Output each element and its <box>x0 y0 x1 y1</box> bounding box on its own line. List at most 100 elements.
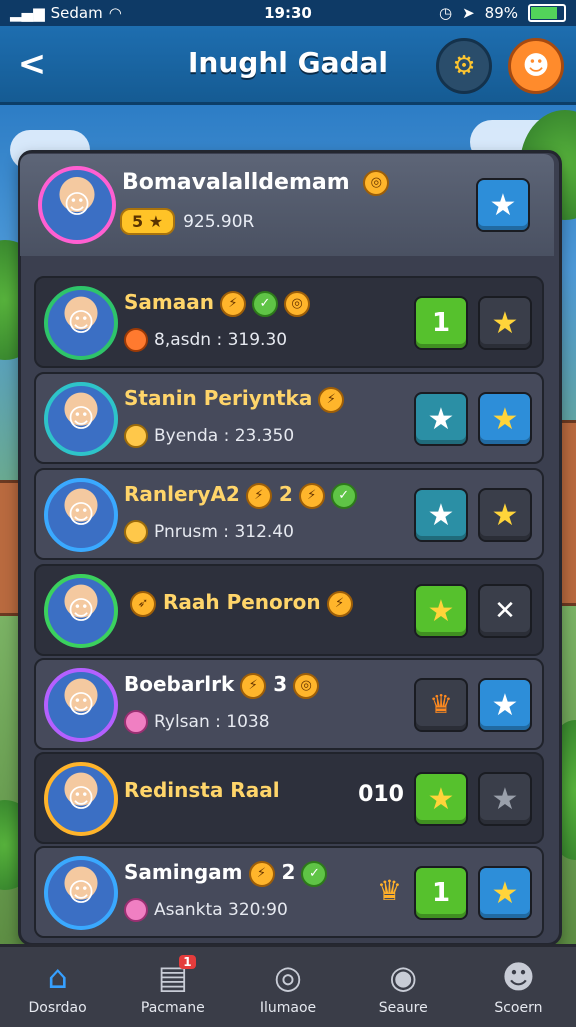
coin-icon: ✓ <box>330 482 357 509</box>
list-item[interactable]: ☺ Redinsta Raal 010 ★ ★ <box>34 752 544 844</box>
favorite-button[interactable]: ★ <box>476 178 530 232</box>
bottom-nav: ⌂ Dosrdao ▤ 1 Pacmane ◎ Ilumaoe ◉ Seaure… <box>0 944 576 1027</box>
avatar: ☺ <box>44 762 118 836</box>
nav-item-globe[interactable]: ◉ Seaure <box>346 947 461 1027</box>
list-item[interactable]: ☺ Boebarlrk ⚡ 3 ◎ Rylsan : 1038 ♛ ★ <box>34 658 544 750</box>
target-icon: ◎ <box>274 958 302 996</box>
gem-icon <box>124 520 148 544</box>
coin-icon: ⚡ <box>318 386 345 413</box>
star-icon: ★ <box>427 781 455 817</box>
row-name-text: Raah Penoron <box>162 590 321 614</box>
list-item[interactable]: ☺ ➶ Raah Penoron ⚡ ★ ✕ <box>34 564 544 656</box>
nav-label: Pacmane <box>140 1000 205 1016</box>
nav-item-news[interactable]: ▤ 1 Pacmane <box>115 947 230 1027</box>
gear-icon: ⚙ <box>452 51 476 81</box>
action-button[interactable]: ★ <box>414 772 468 826</box>
coin-icon: ⚡ <box>240 672 267 699</box>
row-sub-text: Pnrusm : 312.40 <box>154 522 294 542</box>
row-name-text: Samaan <box>124 290 214 314</box>
avatar: ☺ <box>44 478 118 552</box>
star-icon: ★ <box>491 401 519 437</box>
row-name: Samingam ⚡ 2 ✓ <box>124 860 328 887</box>
row-name: Stanin Periyntka ⚡ <box>124 386 345 413</box>
row-sub-text: Asankta 320:90 <box>154 900 288 920</box>
star-icon: ★ <box>427 401 455 437</box>
favorite-button[interactable]: ★ <box>478 488 532 542</box>
favorite-button[interactable]: ★ <box>478 392 532 446</box>
row-sub-text: 8,asdn : 319.30 <box>154 330 288 350</box>
coin-icon: ✓ <box>301 860 328 887</box>
row-sub: Asankta 320:90 <box>124 898 288 922</box>
nav-label: Dosrdao <box>28 1000 87 1016</box>
action-button[interactable]: ★ <box>414 584 468 638</box>
coin-icon: ◎ <box>363 170 390 196</box>
battery-percent: 89% <box>484 4 518 22</box>
settings-button[interactable]: ⚙ <box>436 38 492 94</box>
current-player-card: ☺ Bomavalalldemam ◎ 5 ★ 925.90R ★ <box>20 154 554 256</box>
player-stats: 5 ★ 925.90R <box>120 208 254 235</box>
avatar[interactable]: ☺ <box>38 166 116 244</box>
row-name-text: Samingam <box>124 860 243 884</box>
list-item[interactable]: ☺ Stanin Periyntka ⚡ Byenda : 23.350 ★ ★ <box>34 372 544 464</box>
row-sub-text: Rylsan : 1038 <box>154 712 270 732</box>
list-item[interactable]: ☺ Samingam ⚡ 2 ✓ Asankta 320:90 ♛ 1 ★ <box>34 846 544 938</box>
crown-icon: ♛ <box>376 874 402 907</box>
app-header: < Inughl Gadal ⚙ ☻ <box>0 26 576 105</box>
row-name: RanleryA2 ⚡ 2 ⚡ ✓ <box>124 482 357 509</box>
nav-item-target[interactable]: ◎ Ilumaoe <box>230 947 345 1027</box>
profile-icon: ☻ <box>522 51 550 81</box>
gem-icon <box>124 710 148 734</box>
coin-icon: ⚡ <box>219 290 246 317</box>
favorite-button[interactable]: ★ <box>478 772 532 826</box>
profile-button[interactable]: ☻ <box>508 38 564 94</box>
row-name: Boebarlrk ⚡ 3 ◎ <box>124 672 320 699</box>
row-name: ➶ Raah Penoron ⚡ <box>124 590 353 617</box>
action-button[interactable]: ★ <box>414 488 468 542</box>
player-name-text: Bomavalalldemam <box>122 170 350 195</box>
nav-label: Ilumaoe <box>259 1000 317 1016</box>
alarm-icon: ◷ <box>438 4 453 22</box>
action-button[interactable]: ♛ <box>414 678 468 732</box>
nav-item-home[interactable]: ⌂ Dosrdao <box>0 947 115 1027</box>
nav-item-friends[interactable]: ☻ Scoern <box>461 947 576 1027</box>
nav-label: Scoern <box>494 1000 543 1016</box>
action-button[interactable]: 1 <box>414 866 468 920</box>
action-label: 1 <box>431 308 451 338</box>
coin-icon: ⚡ <box>298 482 325 509</box>
action-label: 1 <box>431 878 451 908</box>
crown-icon: ♛ <box>429 690 453 720</box>
coin-icon: ⚡ <box>326 590 353 617</box>
star-icon: ★ <box>491 305 519 341</box>
status-bar: ▂▄▆ Sedam ◠ 19:30 ◷ ➤ 89% <box>0 0 576 26</box>
star-icon: ★ <box>489 187 517 223</box>
player-name: Bomavalalldemam ◎ <box>122 170 390 196</box>
row-extra: 3 <box>273 672 288 696</box>
coin-icon: ✓ <box>251 290 278 317</box>
star-icon: ★ <box>491 781 519 817</box>
row-name-text: RanleryA2 <box>124 482 240 506</box>
favorite-button[interactable]: ★ <box>478 296 532 350</box>
coin-icon: ◎ <box>293 672 320 699</box>
avatar: ☺ <box>44 668 118 742</box>
gem-icon <box>124 898 148 922</box>
row-name-text: Stanin Periyntka <box>124 386 313 410</box>
close-button[interactable]: ✕ <box>478 584 532 638</box>
action-button[interactable]: ★ <box>414 392 468 446</box>
row-extra: 2 <box>278 482 293 506</box>
coin-icon: ◎ <box>283 290 310 317</box>
row-count: 010 <box>358 782 404 807</box>
avatar: ☺ <box>44 286 118 360</box>
row-name: Samaan ⚡ ✓ ◎ <box>124 290 310 317</box>
avatar: ☺ <box>44 574 118 648</box>
globe-icon: ◉ <box>389 958 418 996</box>
action-button[interactable]: 1 <box>414 296 468 350</box>
row-name-text: Boebarlrk <box>124 672 235 696</box>
favorite-button[interactable]: ★ <box>478 678 532 732</box>
avatar: ☺ <box>44 382 118 456</box>
location-icon: ➤ <box>462 4 475 22</box>
notification-badge: 1 <box>179 955 196 969</box>
list-item[interactable]: ☺ RanleryA2 ⚡ 2 ⚡ ✓ Pnrusm : 312.40 ★ ★ <box>34 468 544 560</box>
favorite-button[interactable]: ★ <box>478 866 532 920</box>
close-icon: ✕ <box>494 596 516 626</box>
list-item[interactable]: ☺ Samaan ⚡ ✓ ◎ 8,asdn : 319.30 1 ★ <box>34 276 544 368</box>
